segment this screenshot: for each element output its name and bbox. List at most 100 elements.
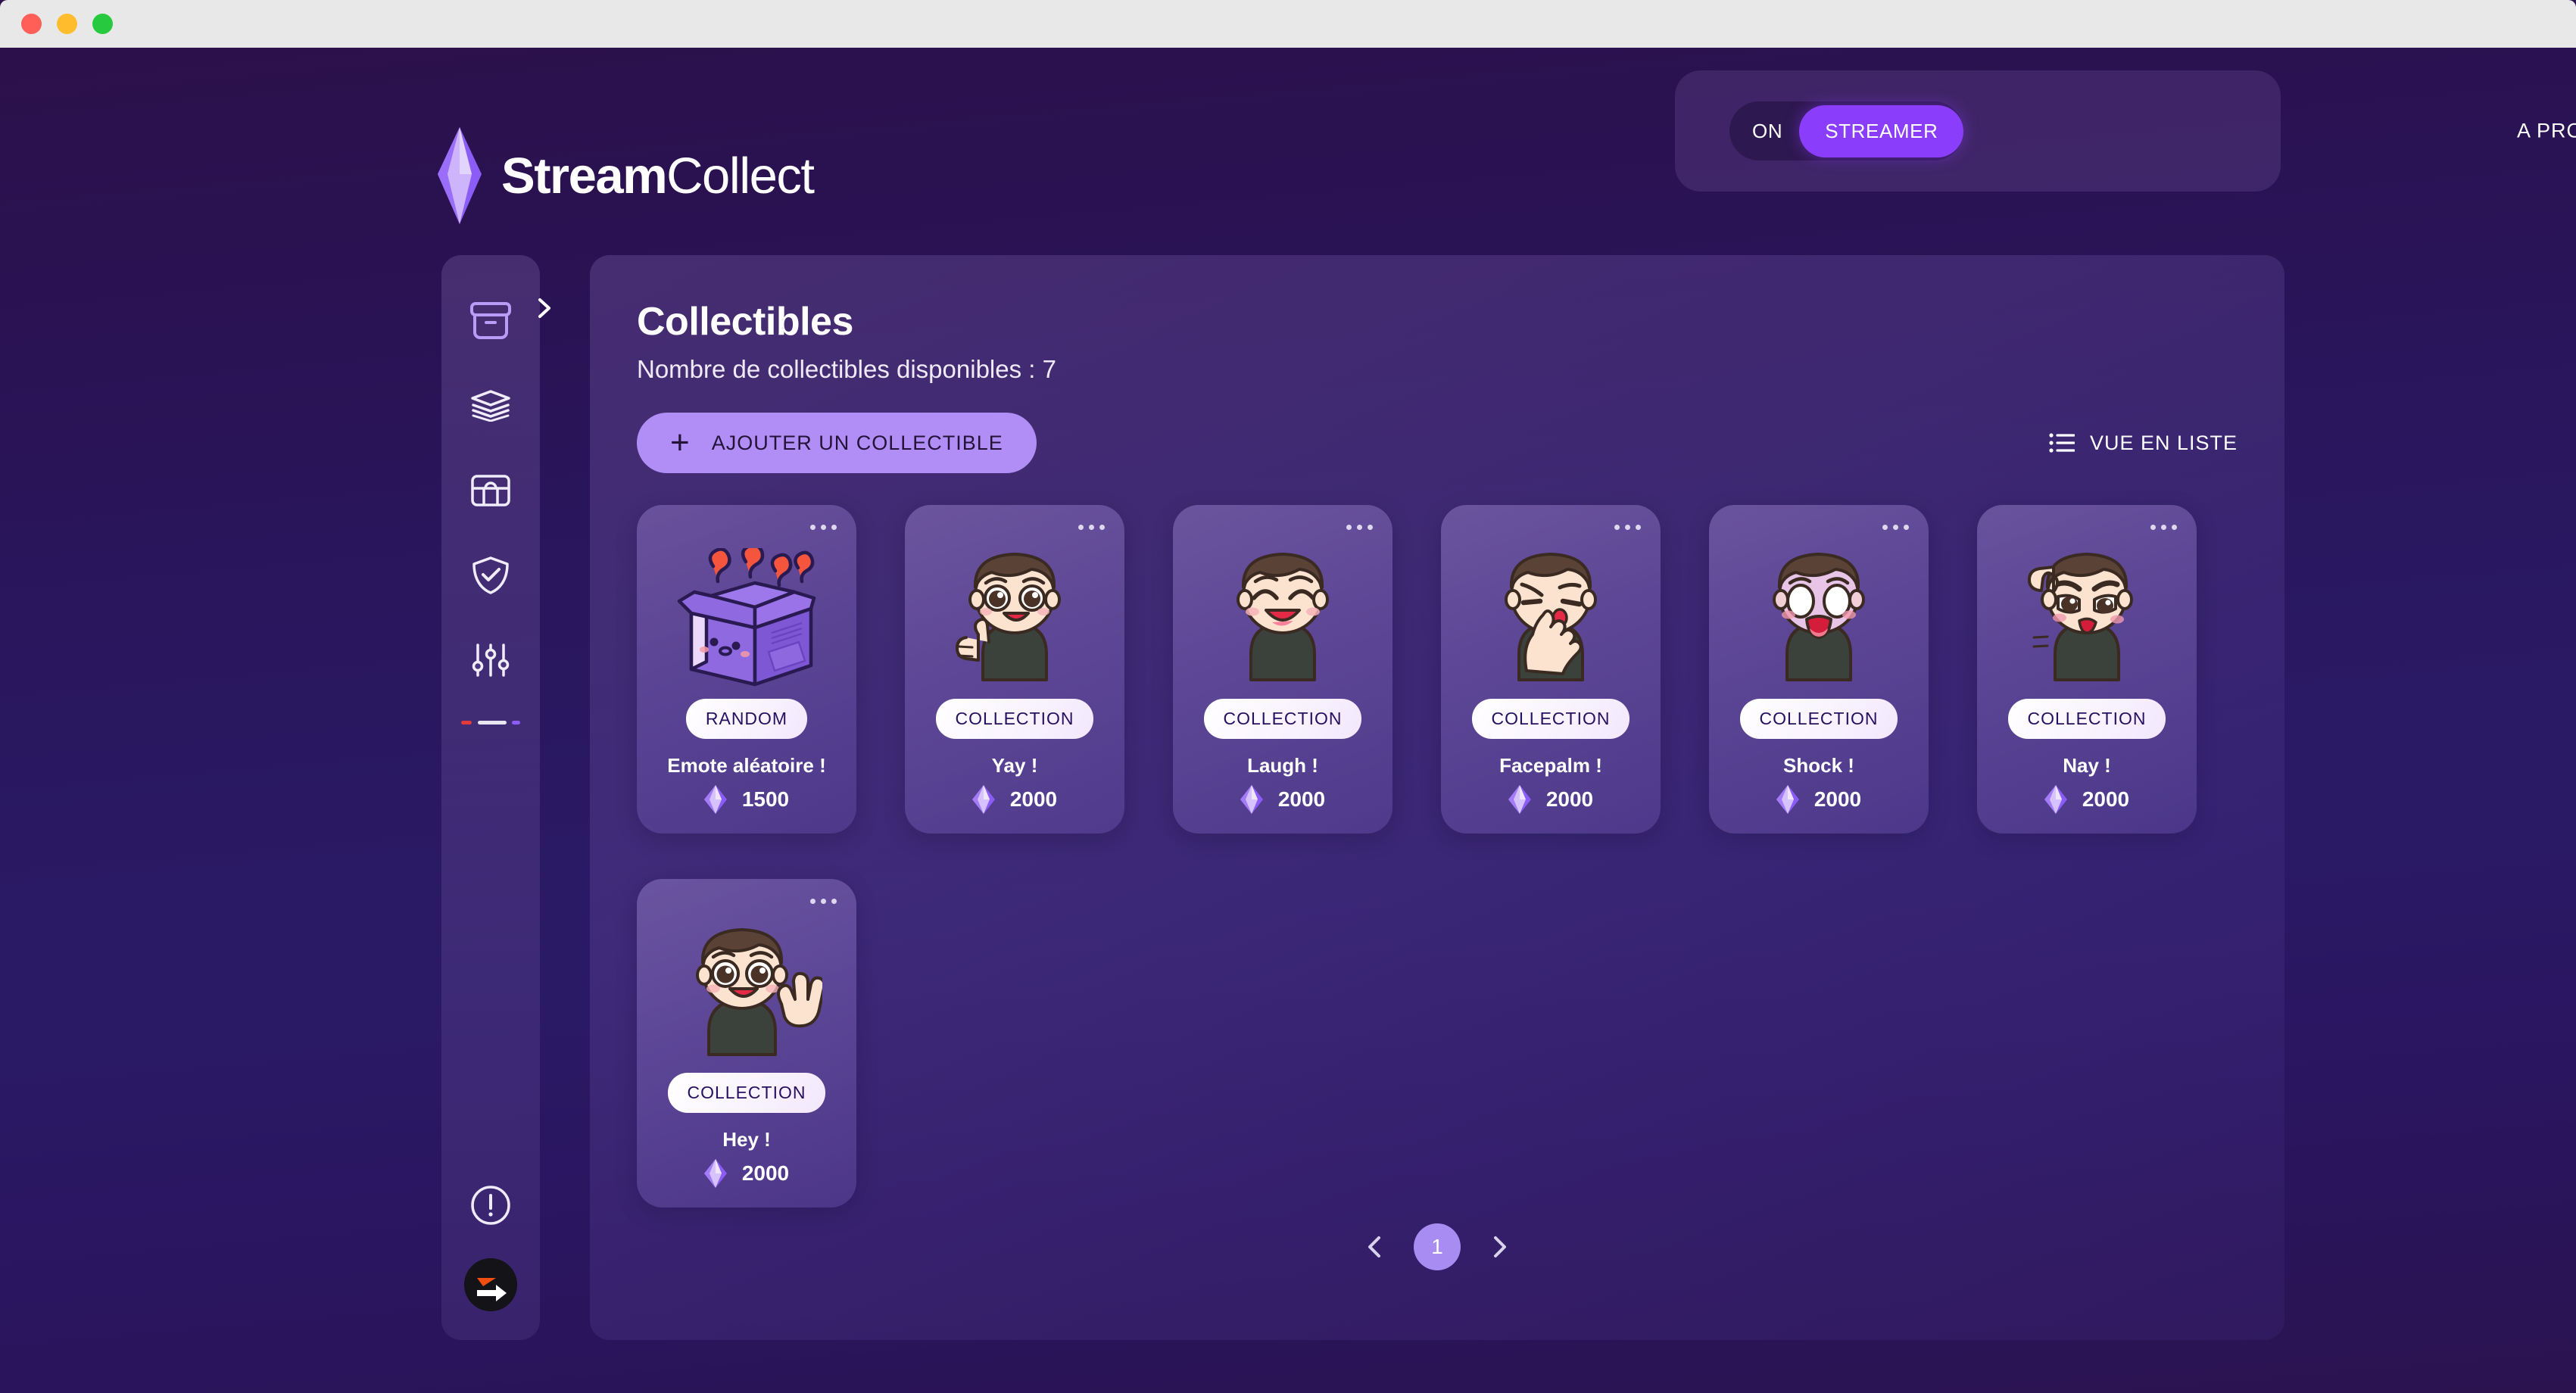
archive-box-icon bbox=[470, 302, 511, 339]
pagination-prev-button[interactable] bbox=[1362, 1234, 1388, 1260]
card-price: 2000 bbox=[1776, 785, 1861, 814]
more-options-icon[interactable] bbox=[810, 525, 837, 530]
collectibles-panel: Collectibles Nombre de collectibles disp… bbox=[590, 255, 2284, 1340]
sidebar-item-shield[interactable] bbox=[466, 550, 516, 600]
card-artwork bbox=[1732, 537, 1906, 688]
plus-icon: + bbox=[670, 423, 691, 461]
card-name: Facepalm ! bbox=[1499, 754, 1602, 777]
sidebar-item-chest[interactable] bbox=[466, 466, 516, 516]
chevron-right-icon bbox=[1494, 1236, 1506, 1257]
mode-toggle-option-on[interactable]: ON bbox=[1748, 120, 1799, 143]
collectibles-grid: RANDOM Emote aléatoire ! 1500 COLLECTION… bbox=[637, 505, 2242, 1253]
collectible-card[interactable]: COLLECTION Shock ! 2000 bbox=[1709, 505, 1929, 834]
emote-yay-icon bbox=[956, 553, 1061, 681]
sidebar-divider bbox=[461, 717, 520, 728]
card-name: Hey ! bbox=[722, 1128, 771, 1151]
collectibles-count-subtitle: Nombre de collectibles disponibles : 7 bbox=[637, 355, 1056, 383]
card-name: Emote aléatoire ! bbox=[667, 754, 826, 777]
site-header: StreamCollect ON STREAMER A PROPOS FAQ bbox=[0, 48, 2576, 237]
chevron-left-icon bbox=[1368, 1236, 1380, 1257]
brand-wordmark: StreamCollect bbox=[501, 147, 815, 204]
gem-icon bbox=[2044, 785, 2067, 814]
main-navigation: ON STREAMER A PROPOS FAQ bbox=[1675, 70, 2576, 192]
card-badge: COLLECTION bbox=[667, 1073, 826, 1113]
sidebar-bottom-group bbox=[464, 1184, 517, 1340]
window-maximize-button[interactable] bbox=[92, 14, 113, 34]
sliders-settings-icon bbox=[472, 644, 510, 677]
sidebar-avatar[interactable] bbox=[464, 1258, 517, 1311]
brand-name-bold: Stream bbox=[501, 147, 668, 204]
card-price-value: 2000 bbox=[1009, 787, 1058, 811]
emote-facepalm-icon bbox=[1505, 553, 1597, 681]
card-price: 2000 bbox=[971, 785, 1058, 814]
sidebar-item-layers[interactable] bbox=[466, 381, 516, 431]
card-artwork bbox=[928, 537, 1102, 688]
pagination: 1 bbox=[590, 1223, 2284, 1270]
treasure-chest-icon bbox=[471, 475, 510, 506]
avatar-logo-icon bbox=[464, 1258, 517, 1311]
pagination-next-button[interactable] bbox=[1486, 1234, 1512, 1260]
card-price-value: 2000 bbox=[1813, 787, 1862, 811]
layers-stack-icon bbox=[471, 390, 510, 422]
gem-icon bbox=[1776, 785, 1799, 814]
mode-toggle-option-streamer[interactable]: STREAMER bbox=[1799, 104, 1964, 157]
brand-name-light: Collect bbox=[666, 147, 815, 204]
collectible-card[interactable]: RANDOM Emote aléatoire ! 1500 bbox=[637, 505, 856, 834]
more-options-icon[interactable] bbox=[1346, 525, 1373, 530]
card-price-value: 2000 bbox=[741, 1161, 790, 1185]
more-options-icon[interactable] bbox=[1078, 525, 1105, 530]
sidebar-item-alert[interactable] bbox=[469, 1184, 512, 1226]
sidebar-item-settings[interactable] bbox=[466, 635, 516, 685]
card-name: Nay ! bbox=[2063, 754, 2111, 777]
card-badge: COLLECTION bbox=[2007, 699, 2166, 739]
sidebar-item-archive[interactable] bbox=[466, 296, 516, 346]
add-collectible-button[interactable]: + AJOUTER UN COLLECTIBLE bbox=[637, 413, 1037, 473]
emote-hey-icon bbox=[696, 928, 822, 1056]
collectible-card[interactable]: COLLECTION Laugh ! 2000 bbox=[1173, 505, 1392, 834]
card-price: 1500 bbox=[703, 785, 790, 814]
alert-circle-icon bbox=[471, 1186, 510, 1225]
collectible-card[interactable]: COLLECTION Yay ! 2000 bbox=[905, 505, 1124, 834]
more-options-icon[interactable] bbox=[1614, 525, 1641, 530]
collectible-card[interactable]: COLLECTION Hey ! 2000 bbox=[637, 879, 856, 1208]
shield-check-icon bbox=[472, 556, 509, 594]
sidebar-expand-button[interactable] bbox=[530, 294, 559, 323]
card-price-value: 1500 bbox=[741, 787, 790, 811]
card-badge: COLLECTION bbox=[1203, 699, 1362, 739]
card-price-value: 2000 bbox=[2082, 787, 2130, 811]
mode-toggle[interactable]: ON STREAMER bbox=[1729, 101, 1964, 160]
card-badge: COLLECTION bbox=[1739, 699, 1898, 739]
emote-nay-icon bbox=[2028, 553, 2133, 681]
panel-toolbar: + AJOUTER UN COLLECTIBLE VUE EN LISTE bbox=[637, 413, 2238, 473]
card-name: Shock ! bbox=[1783, 754, 1854, 777]
nav-link-a-propos[interactable]: A PROPOS bbox=[2517, 120, 2576, 143]
card-badge: COLLECTION bbox=[935, 699, 1094, 739]
left-sidebar bbox=[441, 255, 540, 1340]
more-options-icon[interactable] bbox=[2150, 525, 2177, 530]
card-artwork bbox=[1464, 537, 1638, 688]
more-options-icon[interactable] bbox=[810, 899, 837, 904]
card-artwork bbox=[1196, 537, 1370, 688]
card-name: Yay ! bbox=[991, 754, 1038, 777]
gem-icon bbox=[703, 785, 727, 814]
window-close-button[interactable] bbox=[21, 14, 42, 34]
card-artwork bbox=[660, 537, 834, 688]
gem-icon bbox=[1508, 785, 1531, 814]
pagination-page-1[interactable]: 1 bbox=[1414, 1223, 1461, 1270]
gem-diamond-icon bbox=[438, 127, 482, 224]
emote-laugh-icon bbox=[1237, 553, 1329, 681]
collectible-card[interactable]: COLLECTION Nay ! 2000 bbox=[1977, 505, 2197, 834]
more-options-icon[interactable] bbox=[1882, 525, 1909, 530]
brand-logo[interactable]: StreamCollect bbox=[438, 127, 815, 224]
card-price-value: 2000 bbox=[1277, 787, 1326, 811]
list-icon bbox=[2049, 433, 2075, 453]
card-artwork bbox=[2000, 537, 2174, 688]
collectible-card[interactable]: COLLECTION Facepalm ! 2000 bbox=[1441, 505, 1661, 834]
window-titlebar bbox=[0, 0, 2576, 48]
emote-shock-icon bbox=[1773, 553, 1865, 681]
window-minimize-button[interactable] bbox=[57, 14, 77, 34]
card-badge: RANDOM bbox=[685, 699, 808, 739]
card-artwork bbox=[660, 911, 834, 1062]
gem-icon bbox=[703, 1159, 727, 1188]
list-view-button[interactable]: VUE EN LISTE bbox=[2049, 432, 2238, 455]
